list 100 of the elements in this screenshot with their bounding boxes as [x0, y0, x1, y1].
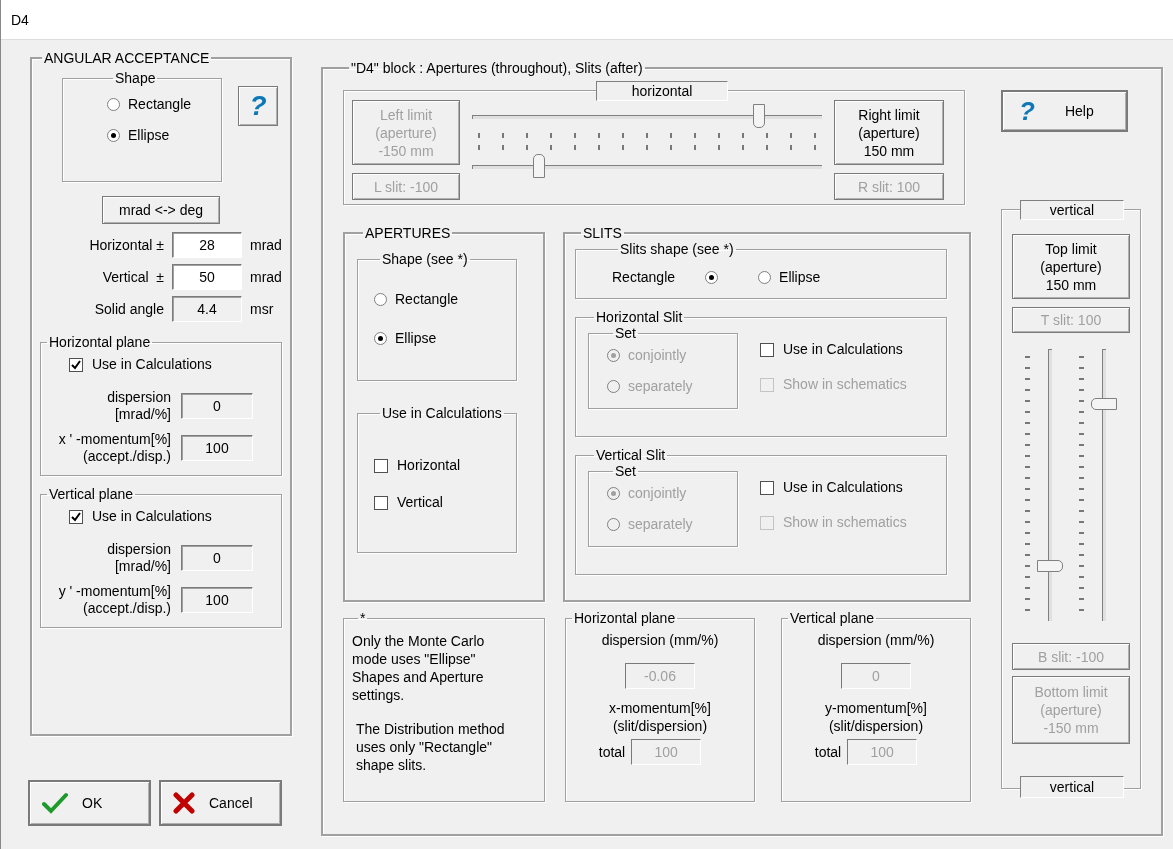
- field-label: Solid angle: [93, 299, 164, 319]
- note-text: The Distribution method uses only "Rectangle" shape slits.: [355, 720, 506, 774]
- group-title: "D4" block : Apertures (throughout), Slits (after): [350, 60, 644, 76]
- radio-label: Rectangle: [612, 268, 676, 287]
- limit-button: Bottom limit (aperture) -150 mm: [1012, 676, 1130, 744]
- window-title: D4: [1, 0, 1173, 40]
- checkbox[interactable]: [760, 342, 774, 357]
- slider-thumb[interactable]: [752, 104, 765, 128]
- slider[interactable]: [1037, 349, 1063, 621]
- field-label: x ' -momentum[%] (accept./disp.): [57, 431, 171, 465]
- radio-label: Ellipse: [395, 329, 437, 348]
- slit-button: L slit: -100: [352, 173, 460, 200]
- checkbox-label: Use in Calculations: [783, 478, 903, 497]
- radio-label: conjointly: [628, 346, 687, 365]
- group-title: Vertical plane: [48, 486, 135, 502]
- field-label: Vertical ±: [101, 267, 164, 287]
- readonly-field: 0: [841, 663, 911, 689]
- group-title: vertical: [1020, 200, 1124, 220]
- checkbox-label: Use in Calculations: [92, 355, 212, 374]
- convert-button[interactable]: mrad <-> deg: [102, 196, 220, 224]
- input-field[interactable]: 28: [172, 232, 242, 258]
- field-label: total: [598, 742, 626, 762]
- radio-label: Ellipse: [128, 126, 170, 145]
- radio-label: separately: [628, 515, 693, 534]
- field-label: Horizontal ±: [88, 235, 164, 255]
- slider-thumb[interactable]: [1091, 398, 1117, 411]
- checkbox-label: Use in Calculations: [92, 507, 212, 526]
- field-label: dispersion [mrad/%]: [106, 389, 171, 423]
- radio-label: Rectangle: [395, 290, 459, 309]
- checkbox[interactable]: [69, 509, 83, 524]
- checkbox[interactable]: [69, 357, 83, 372]
- input-field[interactable]: 50: [172, 264, 242, 290]
- checkbox-label: Horizontal: [397, 456, 461, 475]
- readonly-field: 100: [631, 739, 702, 765]
- group-title: Set: [614, 325, 637, 341]
- unit-label: mrad: [250, 235, 283, 255]
- limit-button[interactable]: Right limit (aperture) 150 mm: [834, 100, 944, 165]
- checkbox[interactable]: [374, 458, 388, 473]
- readonly-field: 100: [847, 739, 918, 765]
- checkbox-label: Show in schematics: [783, 513, 907, 532]
- slider-thumb[interactable]: [532, 154, 545, 178]
- radio-button[interactable]: [374, 293, 387, 306]
- readonly-field: 0: [181, 393, 253, 419]
- group-title: Shape (see *): [381, 251, 469, 267]
- unit-label: msr: [250, 299, 275, 319]
- radio-button[interactable]: [107, 98, 120, 111]
- group-title: Horizontal Slit: [595, 309, 684, 325]
- help-button[interactable]: ? Help: [1001, 90, 1128, 132]
- group-title: *: [359, 610, 367, 626]
- checkmark-icon: [42, 792, 68, 814]
- field-label: x-momentum[%] (slit/dispersion): [609, 699, 711, 735]
- field-label: y-momentum[%] (slit/dispersion): [825, 699, 927, 735]
- checkbox-label: Show in schematics: [783, 375, 907, 394]
- group-title: SLITS: [582, 225, 623, 241]
- radio-label: Rectangle: [128, 95, 192, 114]
- group-title: Vertical Slit: [595, 447, 667, 463]
- radio-button[interactable]: [705, 271, 719, 284]
- dialog-button[interactable]: Cancel: [159, 780, 282, 826]
- group-title: Set: [614, 463, 637, 479]
- slider[interactable]: [472, 104, 822, 130]
- radio-button[interactable]: [374, 332, 387, 345]
- field-label: dispersion (mm/%): [601, 631, 719, 650]
- group-title: Slits shape (see *): [619, 241, 735, 257]
- field-label: dispersion [mrad/%]: [106, 541, 171, 575]
- group-title: Vertical plane: [789, 610, 876, 626]
- radio-label: conjointly: [628, 484, 687, 503]
- help-button[interactable]: ?: [238, 86, 278, 126]
- field-label: y ' -momentum[%] (accept./disp.): [57, 583, 171, 617]
- group-title: ANGULAR ACCEPTANCE: [43, 50, 211, 66]
- slit-button: B slit: -100: [1012, 643, 1130, 670]
- radio-button[interactable]: [107, 129, 120, 142]
- group-title: Horizontal plane: [48, 334, 152, 350]
- unit-label: mrad: [250, 267, 283, 287]
- group-title: horizontal: [596, 81, 728, 101]
- slit-button: R slit: 100: [834, 173, 944, 200]
- radio-label: Ellipse: [779, 268, 821, 287]
- readonly-field: 100: [181, 435, 253, 461]
- radio-button[interactable]: [758, 271, 772, 284]
- readonly-field: 0: [181, 545, 253, 571]
- slit-button: T slit: 100: [1012, 307, 1130, 333]
- group-title: Shape: [114, 70, 157, 86]
- group-title: vertical: [1020, 776, 1124, 798]
- checkbox-label: Use in Calculations: [783, 340, 903, 359]
- checkbox[interactable]: [760, 480, 774, 495]
- readonly-field: 4.4: [172, 296, 242, 322]
- group-title: Horizontal plane: [573, 610, 677, 626]
- radio-label: separately: [628, 377, 693, 396]
- close-icon: [173, 792, 195, 814]
- field-label: total: [814, 742, 842, 762]
- slider[interactable]: [1091, 349, 1117, 621]
- checkbox[interactable]: [374, 495, 388, 510]
- limit-button[interactable]: Top limit (aperture) 150 mm: [1012, 234, 1130, 299]
- field-label: dispersion (mm/%): [817, 631, 935, 650]
- group-title: APERTURES: [364, 225, 452, 241]
- slider-thumb[interactable]: [1037, 559, 1063, 572]
- question-mark: ?: [1019, 98, 1035, 124]
- group-title: Use in Calculations: [381, 405, 503, 421]
- dialog-button[interactable]: OK: [28, 780, 151, 826]
- slider[interactable]: [472, 154, 822, 180]
- checkbox-label: Vertical: [397, 493, 443, 512]
